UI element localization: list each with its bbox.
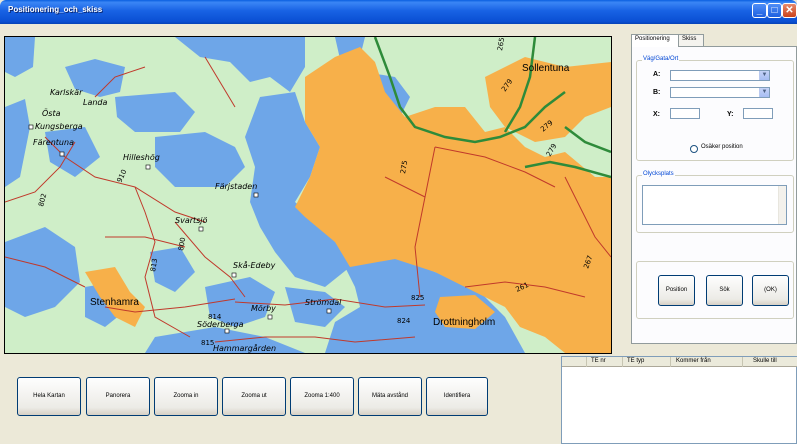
identifiera-button[interactable]: Identifiera — [426, 377, 488, 416]
grid-column-separator[interactable] — [622, 357, 623, 367]
minimize-button[interactable]: _ — [752, 3, 767, 18]
osaker-position-label: Osäker position — [701, 144, 743, 150]
field-a-label: A: — [653, 71, 661, 78]
map-view[interactable]: Sollentuna Karlskär Landa Östa Kungsberg… — [4, 36, 612, 354]
grid-header: TE nr TE typ Kommer från Skulle till — [562, 357, 797, 367]
map-label-karlskar: Karlskär — [50, 88, 83, 97]
road-814: 814 — [208, 313, 222, 321]
olycksplats-textarea[interactable] — [642, 185, 787, 225]
app-window: Positionering_och_skiss _ □ ✕ Sollentuna… — [0, 0, 797, 444]
map-label-morby: Mörby — [251, 304, 276, 313]
map-label-kungsberga: Kungsberga — [35, 122, 83, 131]
mata-avstand-button[interactable]: Mäta avstånd — [358, 377, 422, 416]
map-label-stenhamra: Stenhamra — [90, 297, 139, 308]
road-824: 824 — [397, 317, 411, 325]
hela-kartan-button[interactable]: Hela Kartan — [17, 377, 81, 416]
sok-button[interactable]: Sök — [706, 275, 743, 306]
olycksplats-group: Olycksplats — [636, 171, 794, 233]
map-label-farentuna: Färentuna — [33, 138, 74, 147]
map-label-landa: Landa — [83, 98, 108, 107]
field-b-label: B: — [653, 89, 661, 96]
osaker-position-radio[interactable] — [690, 145, 698, 153]
grid-column-separator[interactable] — [586, 357, 587, 367]
te-grid[interactable]: TE nr TE typ Kommer från Skulle till — [561, 356, 797, 444]
close-button[interactable]: ✕ — [782, 3, 797, 18]
col-te-nr[interactable]: TE nr — [591, 358, 606, 364]
olycksplats-scrollbar[interactable] — [778, 186, 786, 224]
grid-column-separator[interactable] — [742, 357, 743, 367]
col-te-typ[interactable]: TE typ — [627, 358, 644, 364]
col-kommer-fran[interactable]: Kommer från — [676, 358, 711, 364]
map-label-svartsjo: Svartsjö — [175, 216, 208, 225]
map-label-hammargarden: Hammargården — [213, 343, 276, 353]
map-label-hilleshog: Hilleshög — [123, 153, 160, 162]
map-label-osta: Östa — [42, 108, 61, 118]
tab-positionering[interactable]: Positionering — [631, 34, 679, 47]
map-label-soderberga: Söderberga — [197, 320, 244, 329]
map-label-sollentuna: Sollentuna — [522, 63, 570, 74]
field-b-combo[interactable]: ▼ — [670, 87, 770, 98]
action-group: Position Sök (OK) — [636, 261, 794, 319]
zooma-in-button[interactable]: Zooma in — [154, 377, 218, 416]
zooma-1400-button[interactable]: Zooma 1:400 — [290, 377, 354, 416]
road-815: 815 — [201, 339, 214, 347]
field-x-label: X: — [653, 111, 660, 118]
field-x-input[interactable] — [670, 108, 700, 119]
field-y-label: Y: — [727, 111, 734, 118]
maximize-button[interactable]: □ — [767, 3, 782, 18]
map-label-sko-edeby: Skå-Edeby — [233, 260, 276, 270]
road-825: 825 — [411, 294, 424, 302]
right-panel: Positionering Skiss Väg/Gata/Ort A: ▼ B:… — [631, 34, 797, 354]
chevron-down-icon[interactable]: ▼ — [759, 88, 769, 97]
map-canvas[interactable]: Sollentuna Karlskär Landa Östa Kungsberg… — [5, 37, 611, 353]
panorera-button[interactable]: Panorera — [86, 377, 150, 416]
window-title: Positionering_och_skiss — [8, 5, 103, 14]
title-bar[interactable]: Positionering_och_skiss _ □ ✕ — [0, 0, 797, 24]
position-button[interactable]: Position — [658, 275, 695, 306]
chevron-down-icon[interactable]: ▼ — [759, 71, 769, 80]
map-label-strondal: Strömdal — [305, 298, 342, 307]
map-label-farjstaden: Färjstaden — [215, 182, 257, 191]
tab-skiss[interactable]: Skiss — [678, 34, 704, 46]
ok-button[interactable]: (OK) — [752, 275, 789, 306]
olycksplats-group-label: Olycksplats — [642, 171, 675, 177]
vag-group-label: Väg/Gata/Ort — [642, 56, 680, 62]
tab-body-positionering: Väg/Gata/Ort A: ▼ B: ▼ X: Y: Osäker posi… — [631, 46, 797, 344]
zooma-ut-button[interactable]: Zooma ut — [222, 377, 286, 416]
map-label-drottningholm: Drottningholm — [433, 317, 495, 328]
field-a-combo[interactable]: ▼ — [670, 70, 770, 81]
col-skulle-till[interactable]: Skulle till — [753, 358, 777, 364]
field-y-input[interactable] — [743, 108, 773, 119]
grid-column-separator[interactable] — [670, 357, 671, 367]
